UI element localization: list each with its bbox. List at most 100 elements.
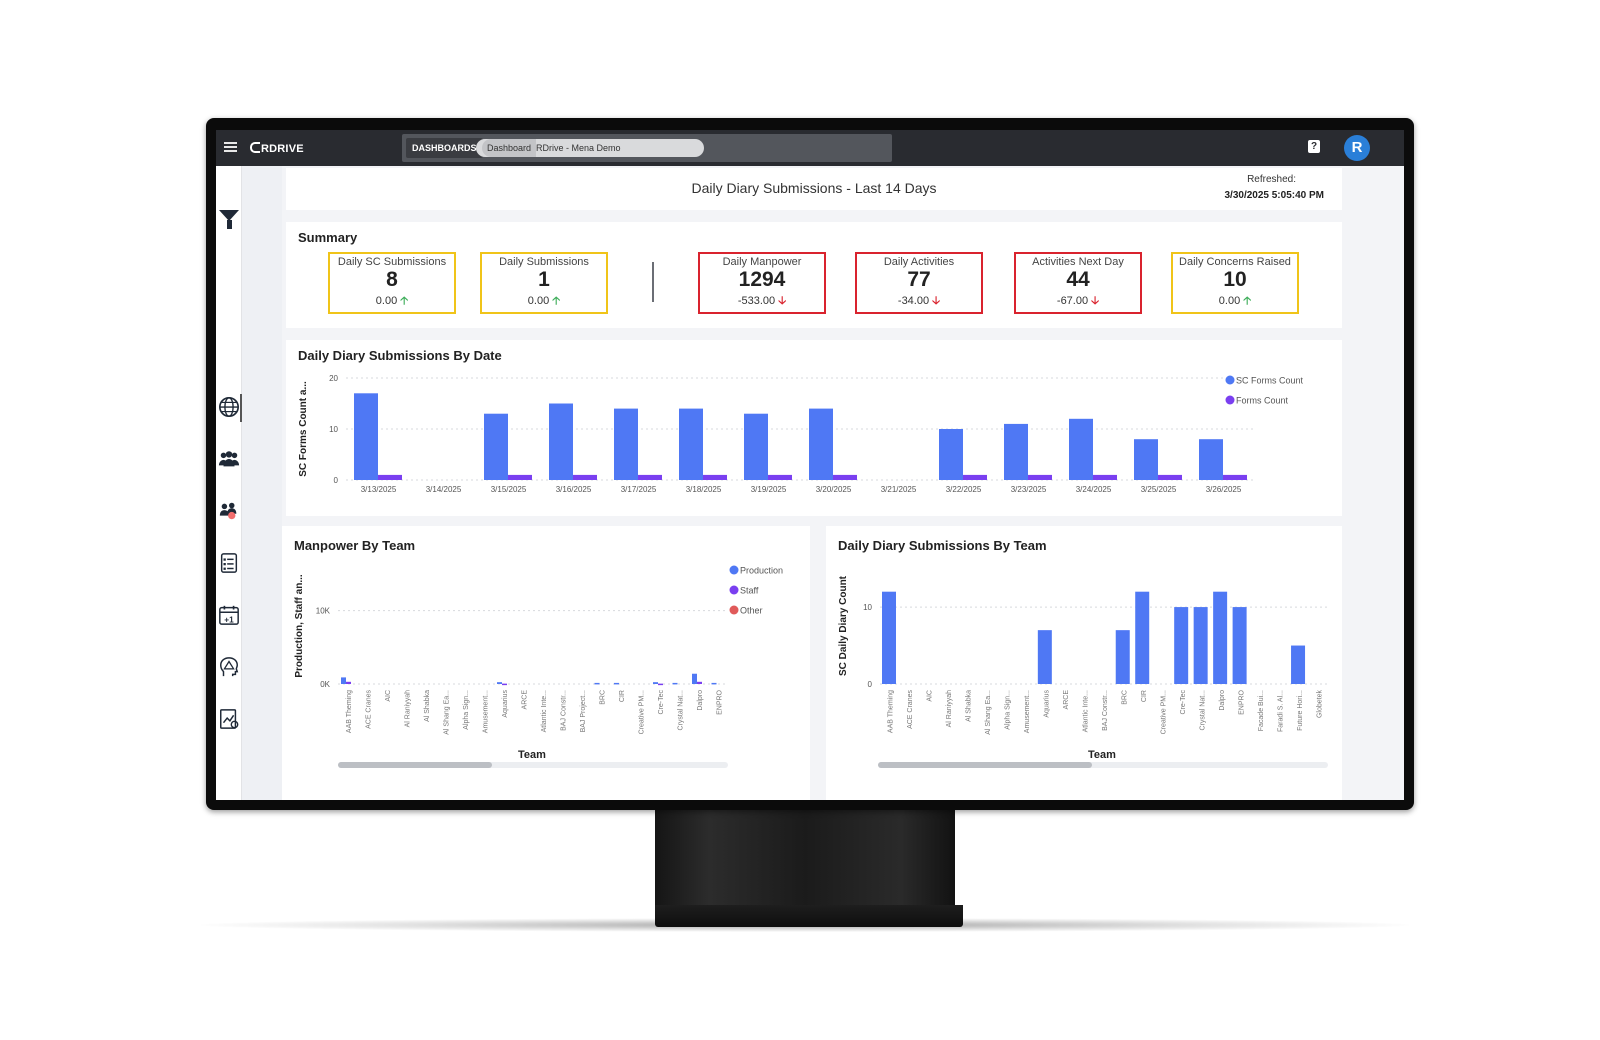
breadcrumb-current[interactable]: RDrive - Mena Demo [536, 139, 621, 157]
kpi-value: 10 [1223, 268, 1247, 291]
calendar-plus-icon[interactable]: +1 [218, 604, 240, 626]
kpi-value: 44 [1066, 268, 1090, 291]
x-tick-label: AIC [385, 690, 392, 702]
head-alert-icon[interactable] [218, 656, 240, 678]
y-tick-label: 20 [329, 374, 338, 383]
x-tick-label: Globetek [1316, 690, 1323, 719]
bar-production [653, 682, 658, 684]
legend-label: Forms Count [1236, 396, 1289, 406]
x-tick-label: CIR [1141, 690, 1148, 702]
bar-sc-forms-count [1199, 439, 1223, 480]
horizontal-scrollbar[interactable] [878, 762, 1328, 768]
kpi-card-daily-submissions[interactable]: Daily Submissions 1 0.00 🡡 [480, 252, 608, 314]
avatar[interactable]: R [1344, 135, 1370, 161]
monitor-stand-base [655, 905, 963, 927]
x-tick-label: 3/13/2025 [361, 485, 397, 494]
report-chart-icon[interactable] [218, 708, 240, 730]
x-tick-label: BAJ Constr... [1102, 690, 1109, 731]
bar-sc-daily-diary-count [1174, 607, 1189, 684]
x-tick-label: Crystal Nat... [677, 690, 684, 731]
x-tick-label: Al Raniyyah [946, 690, 953, 727]
bar-sc-forms-count [1004, 423, 1028, 480]
kpi-card-activities-next-day[interactable]: Activities Next Day 44 -67.00 🡣 [1014, 252, 1142, 314]
x-tick-label: ACE Cranes [365, 690, 372, 729]
x-tick-label: Al Raniyyah [404, 690, 411, 727]
kpi-label: Daily Submissions [499, 256, 589, 268]
scrollbar-thumb[interactable] [338, 762, 492, 768]
x-tick-label: 3/14/2025 [426, 485, 462, 494]
brand-logo[interactable]: RDRIVE [250, 142, 304, 155]
svg-text:+1: +1 [224, 615, 234, 624]
x-tick-label: 3/22/2025 [946, 485, 982, 494]
scrollbar-thumb[interactable] [878, 762, 1092, 768]
x-tick-label: AAB Theming [346, 690, 353, 733]
x-tick-label: BAJ Constr... [560, 690, 567, 731]
x-tick-label: 3/20/2025 [816, 485, 852, 494]
y-axis-label: Production, Staff an... [294, 574, 305, 678]
x-tick-label: Amusement... [1024, 690, 1031, 733]
x-tick-label: 3/18/2025 [686, 485, 722, 494]
top-navigation-bar: RDRIVE DASHBOARDS Dashboard RDrive - Men… [216, 130, 1404, 166]
x-tick-label: Atlantic Inte... [1083, 690, 1090, 732]
kpi-label: Daily Concerns Raised [1179, 256, 1291, 268]
x-tick-label: ENPRO [716, 689, 723, 714]
bar-sc-forms-count [1134, 439, 1158, 480]
bar-sc-forms-count [354, 393, 378, 480]
bar-production [341, 677, 346, 684]
bar-forms-count [963, 474, 987, 480]
bar-sc-daily-diary-count [1193, 607, 1208, 684]
x-tick-label: Amusement... [482, 690, 489, 733]
x-tick-label: Faradi S. Al... [1277, 690, 1284, 732]
y-tick-label: 0 [868, 680, 873, 689]
legend-label: Staff [740, 586, 759, 596]
bar-forms-count [1093, 474, 1117, 480]
bar-sc-daily-diary-count [1037, 630, 1052, 684]
x-tick-label: 3/16/2025 [556, 485, 592, 494]
kpi-card-daily-concerns-raised[interactable]: Daily Concerns Raised 10 0.00 🡡 [1171, 252, 1299, 314]
bar-sc-forms-count [809, 408, 833, 480]
bar-forms-count [768, 474, 792, 480]
bar-sc-forms-count [679, 408, 703, 480]
help-icon[interactable]: ? [1308, 140, 1320, 153]
team-alert-icon[interactable] [218, 500, 240, 522]
dashboards-tab[interactable]: DASHBOARDS [406, 138, 483, 158]
arrow-up-icon: 🡡 [552, 295, 561, 307]
chart-title: Manpower By Team [294, 538, 415, 553]
kpi-value: 1294 [738, 268, 786, 291]
bar-sc-daily-diary-count [1232, 607, 1247, 684]
globe-icon[interactable] [218, 396, 240, 418]
bar-forms-count [703, 474, 727, 480]
checklist-icon[interactable] [218, 552, 240, 574]
filter-icon[interactable] [219, 210, 241, 232]
kpi-card-daily-manpower[interactable]: Daily Manpower 1294 -533.00 🡣 [698, 252, 826, 314]
summary-title: Summary [298, 230, 358, 245]
chart-manpower-by-team: Manpower By Team 0K 10K Production, Staff a… [282, 526, 810, 800]
menu-icon[interactable] [224, 142, 237, 152]
app-screen: RDRIVE DASHBOARDS Dashboard RDrive - Men… [216, 130, 1404, 800]
summary-panel: Summary Daily SC Submissions 8 0.00 🡡 Da… [286, 222, 1342, 328]
x-tick-label: Alpha Sign... [463, 690, 470, 730]
bar-sc-forms-count [614, 408, 638, 480]
y-tick-label: 0K [320, 680, 330, 689]
y-axis-label: SC Daily Diary Count [838, 575, 849, 676]
chart-title: Daily Diary Submissions By Date [298, 348, 502, 363]
kpi-card-daily-sc-submissions[interactable]: Daily SC Submissions 8 0.00 🡡 [328, 252, 456, 314]
x-tick-label: AAB Theming [888, 690, 895, 733]
x-tick-label: Future Hori... [1297, 690, 1304, 731]
x-tick-label: Al Shabka [424, 690, 431, 722]
chart-submissions-by-team: Daily Diary Submissions By Team 0 10 SC Dai… [826, 526, 1342, 800]
team-icon[interactable] [218, 448, 240, 470]
breadcrumb-dashboard[interactable]: Dashboard [482, 139, 537, 157]
kpi-card-daily-activities[interactable]: Daily Activities 77 -34.00 🡣 [855, 252, 983, 314]
legend-label: Other [740, 606, 763, 616]
nav-group: DASHBOARDS Dashboard RDrive - Mena Demo [402, 134, 892, 162]
bar-production [614, 682, 619, 685]
refreshed-timestamp: 3/30/2025 5:05:40 PM [1224, 190, 1324, 201]
bar-forms-count [1158, 474, 1182, 480]
x-tick-label: Alpha Sign... [1005, 690, 1012, 730]
arrow-down-icon: 🡣 [1091, 295, 1100, 307]
breadcrumb: Dashboard RDrive - Mena Demo [476, 139, 704, 157]
horizontal-scrollbar[interactable] [338, 762, 728, 768]
x-tick-label: Cre-Tec [1180, 690, 1187, 715]
monitor-stand [655, 805, 955, 910]
